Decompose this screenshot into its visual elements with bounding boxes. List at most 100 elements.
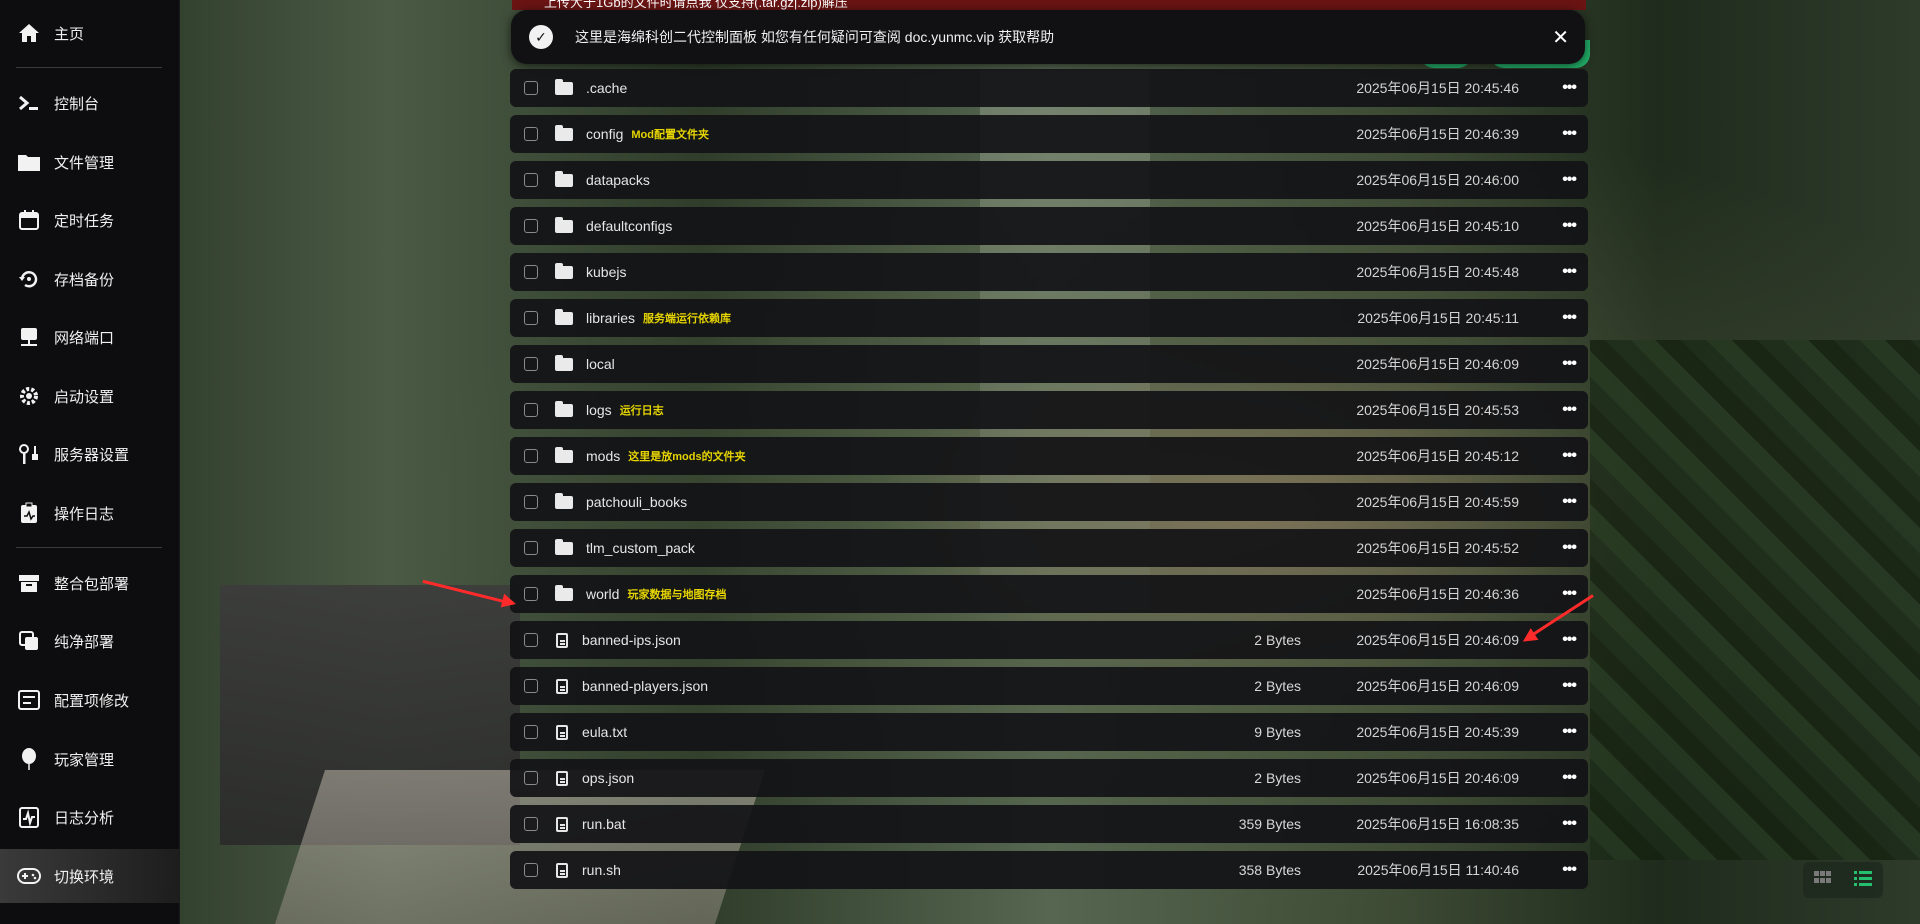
file-name-cell[interactable]: eula.txt: [582, 724, 627, 740]
row-checkbox[interactable]: [524, 495, 538, 509]
more-options-icon[interactable]: •••: [1562, 401, 1577, 419]
sidebar-item-network-ports[interactable]: 网络端口: [16, 317, 176, 357]
file-name-cell[interactable]: defaultconfigs: [586, 218, 672, 234]
row-checkbox[interactable]: [524, 357, 538, 371]
table-row[interactable]: .cache 2025年06月15日 20:45:46 •••: [510, 69, 1588, 107]
sidebar-item-files[interactable]: 文件管理: [16, 142, 176, 182]
sidebar-item-player-management[interactable]: 玩家管理: [16, 739, 176, 779]
file-name[interactable]: defaultconfigs: [586, 218, 672, 234]
table-row[interactable]: local 2025年06月15日 20:46:09 •••: [510, 345, 1588, 383]
row-checkbox[interactable]: [524, 127, 538, 141]
more-options-icon[interactable]: •••: [1562, 125, 1577, 143]
file-name[interactable]: banned-ips.json: [582, 632, 681, 648]
table-row[interactable]: config Mod配置文件夹 2025年06月15日 20:46:39 •••: [510, 115, 1588, 153]
more-options-icon[interactable]: •••: [1562, 171, 1577, 189]
more-options-icon[interactable]: •••: [1562, 815, 1577, 833]
sidebar-item-switch-environment[interactable]: 切换环境: [0, 849, 180, 903]
file-name[interactable]: libraries: [586, 310, 635, 326]
sidebar-item-config-edit[interactable]: 配置项修改: [16, 680, 176, 720]
file-name[interactable]: datapacks: [586, 172, 650, 188]
row-checkbox[interactable]: [524, 541, 538, 555]
file-name[interactable]: patchouli_books: [586, 494, 687, 510]
file-name-cell[interactable]: world 玩家数据与地图存档: [586, 586, 726, 602]
more-options-icon[interactable]: •••: [1562, 677, 1577, 695]
list-view-icon[interactable]: [1854, 870, 1872, 891]
table-row[interactable]: kubejs 2025年06月15日 20:45:48 •••: [510, 253, 1588, 291]
row-checkbox[interactable]: [524, 863, 538, 877]
file-name[interactable]: ops.json: [582, 770, 634, 786]
more-options-icon[interactable]: •••: [1562, 355, 1577, 373]
more-options-icon[interactable]: •••: [1562, 447, 1577, 465]
file-name-cell[interactable]: patchouli_books: [586, 494, 687, 510]
table-row[interactable]: mods 这里是放mods的文件夹 2025年06月15日 20:45:12 •••: [510, 437, 1588, 475]
more-options-icon[interactable]: •••: [1562, 631, 1577, 649]
table-row[interactable]: run.bat 359 Bytes 2025年06月15日 16:08:35 •••: [510, 805, 1588, 843]
row-checkbox[interactable]: [524, 219, 538, 233]
file-name[interactable]: local: [586, 356, 615, 372]
sidebar-item-console[interactable]: 控制台: [16, 83, 176, 123]
file-name[interactable]: eula.txt: [582, 724, 627, 740]
file-name-cell[interactable]: .cache: [586, 80, 627, 96]
table-row[interactable]: world 玩家数据与地图存档 2025年06月15日 20:46:36 •••: [510, 575, 1588, 613]
table-row[interactable]: libraries 服务端运行依赖库 2025年06月15日 20:45:11 •••: [510, 299, 1588, 337]
more-options-icon[interactable]: •••: [1562, 539, 1577, 557]
more-options-icon[interactable]: •••: [1562, 263, 1577, 281]
row-checkbox[interactable]: [524, 449, 538, 463]
sidebar-item-home[interactable]: 主页: [16, 13, 176, 53]
row-checkbox[interactable]: [524, 679, 538, 693]
upload-banner[interactable]: 上传大于1Gb的文件时请点我 仅支持(.tar.gz|.zip)解压: [512, 0, 1586, 10]
more-options-icon[interactable]: •••: [1562, 493, 1577, 511]
table-row[interactable]: eula.txt 9 Bytes 2025年06月15日 20:45:39 •••: [510, 713, 1588, 751]
table-row[interactable]: defaultconfigs 2025年06月15日 20:45:10 •••: [510, 207, 1588, 245]
file-name-cell[interactable]: banned-players.json: [582, 678, 708, 694]
sidebar-item-modpack-deploy[interactable]: 整合包部署: [16, 563, 176, 603]
file-name[interactable]: run.sh: [582, 862, 621, 878]
file-name-cell[interactable]: datapacks: [586, 172, 650, 188]
file-name[interactable]: kubejs: [586, 264, 626, 280]
table-row[interactable]: ops.json 2 Bytes 2025年06月15日 20:46:09 •••: [510, 759, 1588, 797]
file-name[interactable]: run.bat: [582, 816, 626, 832]
more-options-icon[interactable]: •••: [1562, 585, 1577, 603]
file-name[interactable]: config: [586, 126, 623, 142]
row-checkbox[interactable]: [524, 771, 538, 785]
file-name[interactable]: tlm_custom_pack: [586, 540, 695, 556]
file-name[interactable]: banned-players.json: [582, 678, 708, 694]
file-name-cell[interactable]: mods 这里是放mods的文件夹: [586, 448, 746, 464]
file-name[interactable]: mods: [586, 448, 620, 464]
grid-icon[interactable]: [1814, 870, 1832, 890]
row-checkbox[interactable]: [524, 81, 538, 95]
file-name-cell[interactable]: ops.json: [582, 770, 634, 786]
more-options-icon[interactable]: •••: [1562, 79, 1577, 97]
row-checkbox[interactable]: [524, 403, 538, 417]
sidebar-item-operation-logs[interactable]: 操作日志: [16, 493, 176, 533]
file-name-cell[interactable]: libraries 服务端运行依赖库: [586, 310, 731, 326]
row-checkbox[interactable]: [524, 633, 538, 647]
file-name[interactable]: logs: [586, 402, 612, 418]
file-name[interactable]: .cache: [586, 80, 627, 96]
file-name-cell[interactable]: run.bat: [582, 816, 626, 832]
close-icon[interactable]: ✕: [1552, 25, 1569, 50]
file-name-cell[interactable]: logs 运行日志: [586, 402, 664, 418]
table-row[interactable]: logs 运行日志 2025年06月15日 20:45:53 •••: [510, 391, 1588, 429]
file-name[interactable]: world: [586, 586, 619, 602]
row-checkbox[interactable]: [524, 311, 538, 325]
sidebar-item-log-analysis[interactable]: 日志分析: [16, 797, 176, 837]
table-row[interactable]: patchouli_books 2025年06月15日 20:45:59 •••: [510, 483, 1588, 521]
row-checkbox[interactable]: [524, 173, 538, 187]
file-name-cell[interactable]: run.sh: [582, 862, 621, 878]
sidebar-item-startup-settings[interactable]: 启动设置: [16, 376, 176, 416]
table-row[interactable]: banned-ips.json 2 Bytes 2025年06月15日 20:46:…: [510, 621, 1588, 659]
more-options-icon[interactable]: •••: [1562, 769, 1577, 787]
sidebar-item-server-settings[interactable]: 服务器设置: [16, 434, 176, 474]
file-name-cell[interactable]: tlm_custom_pack: [586, 540, 695, 556]
more-options-icon[interactable]: •••: [1562, 723, 1577, 741]
table-row[interactable]: tlm_custom_pack 2025年06月15日 20:45:52 •••: [510, 529, 1588, 567]
table-row[interactable]: datapacks 2025年06月15日 20:46:00 •••: [510, 161, 1588, 199]
more-options-icon[interactable]: •••: [1562, 309, 1577, 327]
sidebar-item-scheduled-tasks[interactable]: 定时任务: [16, 200, 176, 240]
file-name-cell[interactable]: banned-ips.json: [582, 632, 681, 648]
file-name-cell[interactable]: kubejs: [586, 264, 626, 280]
sidebar-item-backups[interactable]: 存档备份: [16, 259, 176, 299]
row-checkbox[interactable]: [524, 725, 538, 739]
more-options-icon[interactable]: •••: [1562, 861, 1577, 879]
